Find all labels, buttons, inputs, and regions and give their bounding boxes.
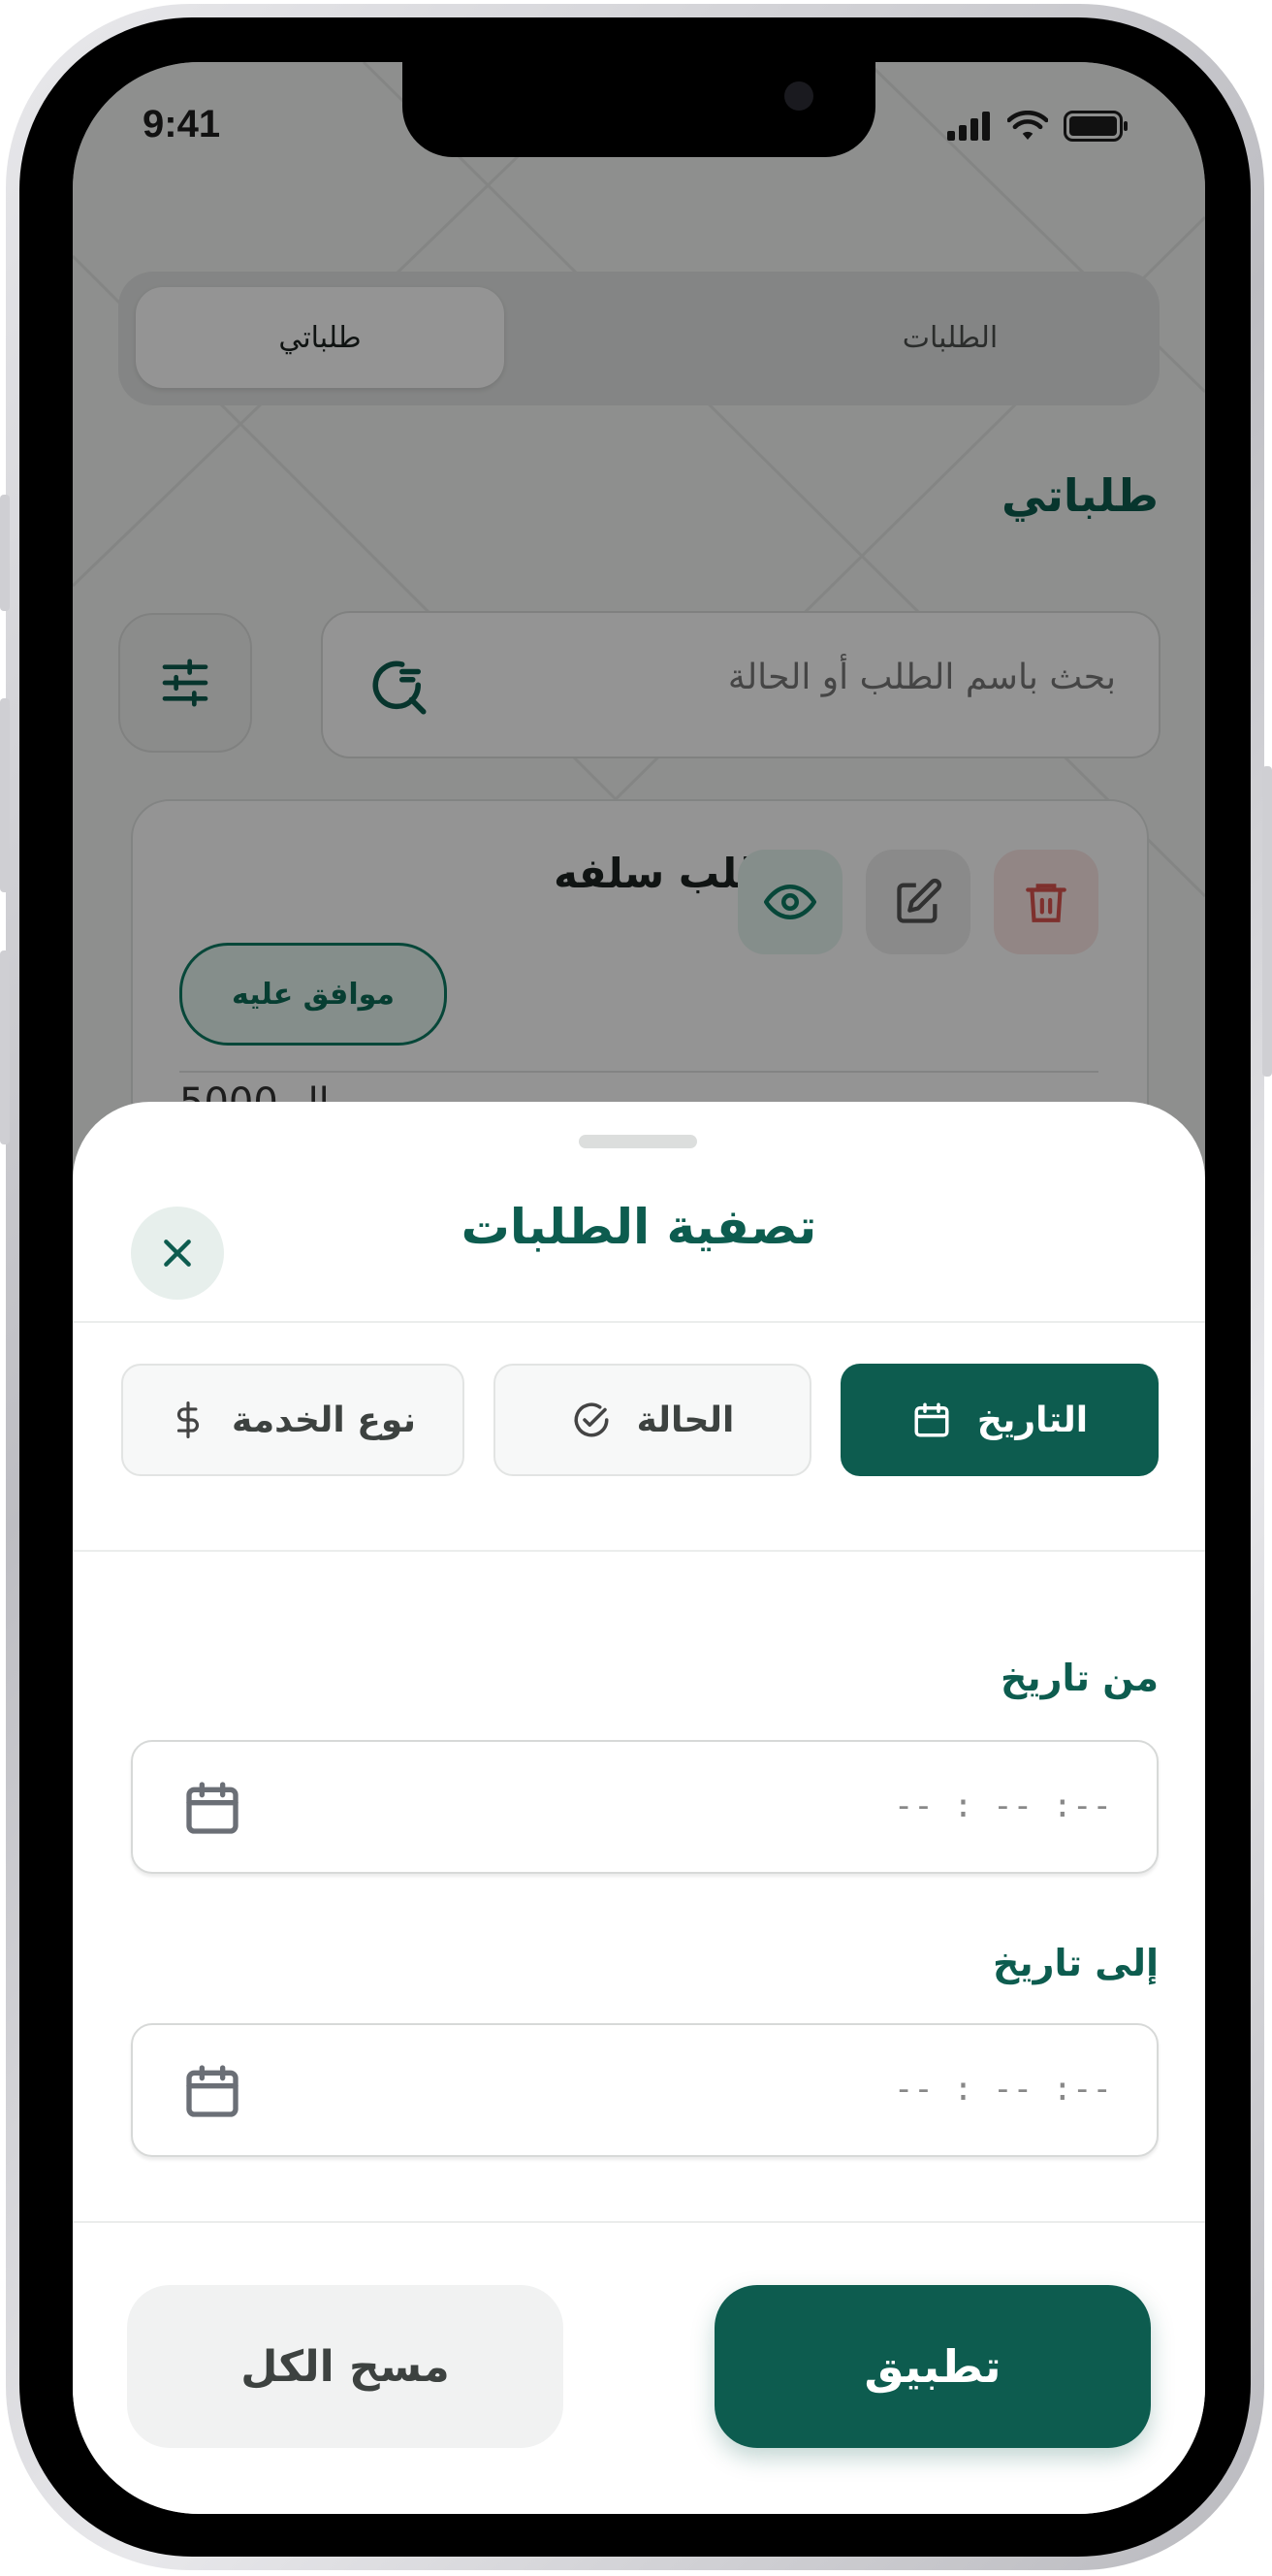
to-date-field[interactable]: -- : -- :-- <box>131 2023 1159 2157</box>
camera <box>784 81 813 111</box>
tab-service-type-label: نوع الخدمة <box>232 1400 416 1440</box>
dollar-icon <box>176 1401 200 1438</box>
notch <box>402 62 875 157</box>
divider <box>73 1550 1205 1552</box>
to-date-label: إلى تاريخ <box>992 1942 1159 1984</box>
volume-up-button <box>0 698 10 892</box>
battery-icon <box>1064 111 1128 142</box>
calendar-icon <box>914 1402 949 1437</box>
signal-icon <box>947 112 990 141</box>
tab-status-label: الحالة <box>636 1400 735 1440</box>
sheet-title: تصفية الطلبات <box>461 1199 817 1255</box>
status-icons <box>947 111 1129 142</box>
close-icon <box>164 1240 191 1267</box>
drag-handle[interactable] <box>579 1135 697 1148</box>
divider <box>73 1321 1205 1323</box>
clear-all-button[interactable]: مسح الكل <box>127 2285 563 2448</box>
from-date-label: من تاريخ <box>1000 1657 1159 1699</box>
volume-down-button <box>0 950 10 1144</box>
calendar-icon[interactable] <box>181 1777 243 1839</box>
wifi-icon <box>1007 111 1048 140</box>
tab-date[interactable]: التاريخ <box>841 1364 1159 1476</box>
divider <box>73 2221 1205 2223</box>
tab-status[interactable]: الحالة <box>493 1364 811 1476</box>
check-circle-icon <box>574 1402 609 1437</box>
tab-service-type[interactable]: نوع الخدمة <box>121 1364 464 1476</box>
mute-switch <box>0 495 10 611</box>
screen: الطلبات طلباتي طلباتي بحث باسم الطلب أو … <box>73 62 1205 2514</box>
power-button <box>1262 766 1272 1077</box>
tab-date-label: التاريخ <box>976 1400 1089 1440</box>
calendar-icon[interactable] <box>181 2060 243 2122</box>
status-time: 9:41 <box>143 103 221 145</box>
close-button[interactable] <box>131 1207 224 1300</box>
from-date-value: -- : -- :-- <box>893 1787 1112 1825</box>
to-date-value: -- : -- :-- <box>893 2070 1112 2109</box>
from-date-field[interactable]: -- : -- :-- <box>131 1740 1159 1874</box>
apply-button[interactable]: تطبيق <box>715 2285 1151 2448</box>
